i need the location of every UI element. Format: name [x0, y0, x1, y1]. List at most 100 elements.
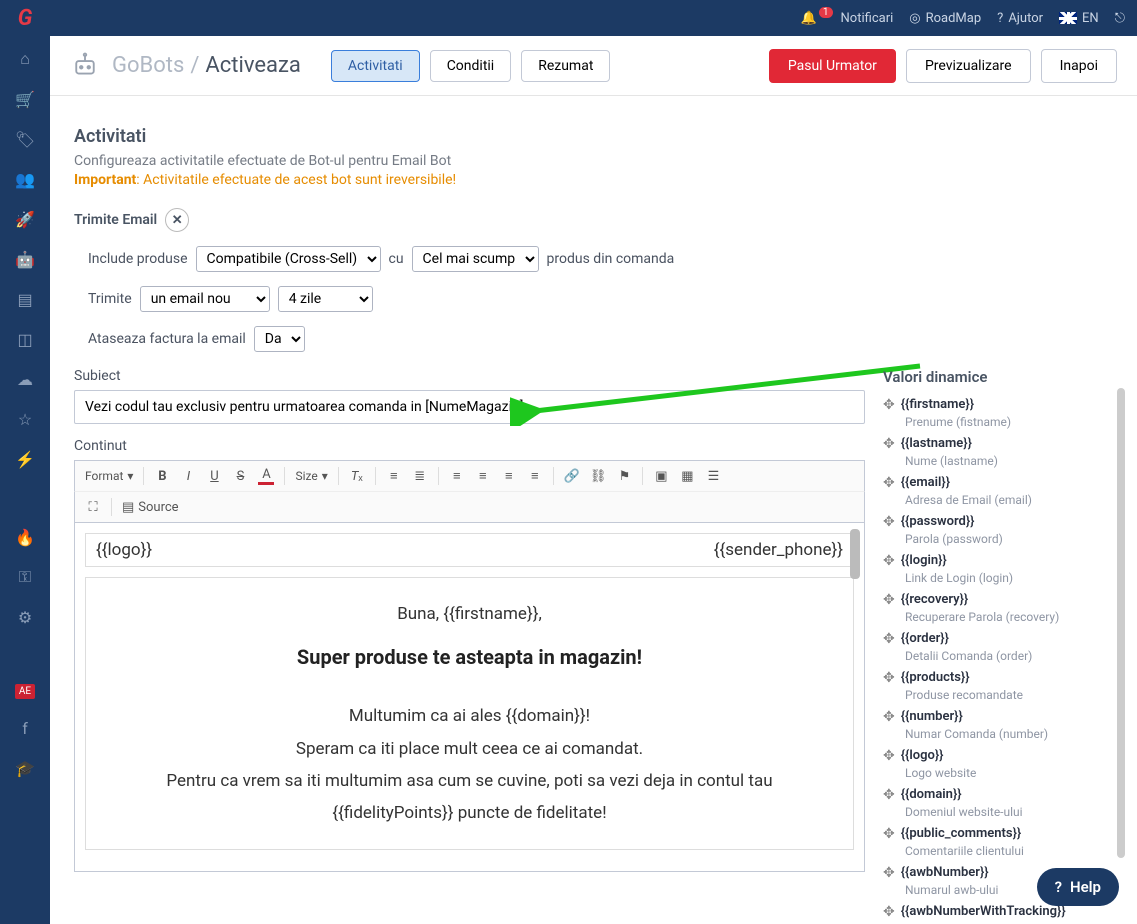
language-switch[interactable]: EN [1059, 11, 1099, 26]
breadcrumb-parent[interactable]: GoBots [112, 53, 184, 78]
editor-phone-token: {{sender_phone}} [714, 540, 843, 560]
help-link[interactable]: ? Ajutor [997, 11, 1043, 26]
italic-icon[interactable]: I [180, 469, 196, 484]
app-logo[interactable]: G [12, 5, 38, 31]
link-icon[interactable]: 🔗 [564, 469, 580, 484]
dynamic-item[interactable]: ✥{{firstname}} [883, 394, 1113, 416]
drag-icon[interactable]: ✥ [883, 826, 895, 842]
editor-greet: Buna, {{firstname}}, [106, 598, 833, 630]
flag-icon[interactable]: ⚑ [616, 469, 632, 484]
hr-icon[interactable]: ☰ [705, 469, 721, 484]
nav-star-icon[interactable]: ☆ [14, 408, 36, 430]
nav-cloud-icon[interactable]: ☁ [14, 368, 36, 390]
unlink-icon[interactable]: ⛓ [590, 469, 607, 484]
dynamic-item[interactable]: ✥{{public_comments}} [883, 823, 1113, 845]
roadmap-link[interactable]: ◎ RoadMap [909, 11, 981, 26]
remove-activity-icon[interactable]: ✕ [165, 208, 189, 232]
drag-icon[interactable]: ✥ [883, 397, 895, 413]
price-select[interactable]: Cel mai scump [412, 246, 539, 272]
drag-icon[interactable]: ✥ [883, 553, 895, 569]
drag-icon[interactable]: ✥ [883, 670, 895, 686]
drag-icon[interactable]: ✥ [883, 904, 895, 920]
dynamic-item[interactable]: ✥{{logo}} [883, 745, 1113, 767]
trimite-select[interactable]: un email nou [140, 286, 270, 312]
nav-bot-icon[interactable]: 🤖 [14, 248, 36, 270]
bell-icon: 🔔 [801, 11, 817, 26]
nav-home-icon[interactable]: ⌂ [14, 48, 36, 70]
tab-conditii[interactable]: Conditii [430, 50, 512, 82]
bold-icon[interactable]: B [154, 469, 170, 484]
include-select[interactable]: Compatibile (Cross-Sell) [196, 246, 381, 272]
drag-icon[interactable]: ✥ [883, 631, 895, 647]
dynamic-item[interactable]: ✥{{products}} [883, 667, 1113, 689]
drag-icon[interactable]: ✥ [883, 709, 895, 725]
nav-key-icon[interactable]: ⚿ [14, 566, 36, 588]
sidebar: ⌂ 🛒 🏷 👥 🚀 🤖 ▤ ◫ ☁ ☆ ⚡ 🔥 ⚿ ⚙ AE f 🎓 [0, 36, 50, 924]
dynamic-item[interactable]: ✥{{login}} [883, 550, 1113, 572]
dynamic-item-desc: Comentariile clientului [905, 844, 1113, 858]
nav-gear-icon[interactable]: ⚙ [14, 606, 36, 628]
dynamic-item[interactable]: ✥{{lastname}} [883, 433, 1113, 455]
maximize-icon[interactable]: ⛶ [85, 500, 101, 515]
drag-icon[interactable]: ✥ [883, 865, 895, 881]
source-button[interactable]: ▤ Source [122, 500, 179, 515]
nav-book-icon[interactable]: ▤ [14, 288, 36, 310]
subject-input[interactable] [74, 390, 865, 424]
underline-icon[interactable]: U [206, 469, 222, 484]
dynamic-item[interactable]: ✥{{order}} [883, 628, 1113, 650]
nav-users-icon[interactable]: 👥 [14, 168, 36, 190]
delay-select[interactable]: 4 zile [278, 286, 373, 312]
editor-scrollbar[interactable] [850, 529, 860, 579]
preview-button[interactable]: Previzualizare [906, 49, 1031, 83]
nav-cart-icon[interactable]: 🛒 [14, 88, 36, 110]
strike-icon[interactable]: S [232, 469, 248, 484]
align-right-icon[interactable]: ≡ [501, 468, 517, 484]
attach-select[interactable]: Da [254, 326, 305, 352]
drag-icon[interactable]: ✥ [883, 514, 895, 530]
next-step-button[interactable]: Pasul Urmator [769, 49, 896, 83]
dynamic-item[interactable]: ✥{{domain}} [883, 784, 1113, 806]
drag-icon[interactable]: ✥ [883, 436, 895, 452]
image-icon[interactable]: ▣ [653, 469, 669, 484]
textcolor-icon[interactable]: A [258, 467, 274, 485]
editor-content[interactable]: {{logo}} {{sender_phone}} Buna, {{firstn… [74, 522, 865, 872]
list-num-icon[interactable]: ≡ [386, 468, 402, 484]
nav-rocket-icon[interactable]: 🚀 [14, 208, 36, 230]
dynamic-item-desc: Recuperare Parola (recovery) [905, 610, 1113, 624]
drag-icon[interactable]: ✥ [883, 748, 895, 764]
tab-activitati[interactable]: Activitati [331, 50, 420, 82]
notifications-button[interactable]: 🔔 1 Notificari [801, 11, 894, 26]
editor-line2: Speram ca iti place mult ceea ce ai coma… [106, 733, 833, 765]
logout-button[interactable]: ⎋ [1115, 11, 1125, 26]
table-icon[interactable]: ▦ [679, 469, 695, 484]
nav-f-icon[interactable]: f [14, 717, 36, 739]
align-justify-icon[interactable]: ≡ [527, 468, 543, 484]
drag-icon[interactable]: ✥ [883, 787, 895, 803]
dynamic-item[interactable]: ✥{{number}} [883, 706, 1113, 728]
panel-scrollbar[interactable] [1117, 388, 1125, 858]
dynamic-item-desc: Prenume (fistname) [905, 415, 1113, 429]
nav-ae-icon[interactable]: AE [15, 684, 35, 699]
nav-grad-icon[interactable]: 🎓 [14, 757, 36, 779]
list-bul-icon[interactable]: ≣ [412, 469, 428, 484]
dynamic-item[interactable]: ✥{{password}} [883, 511, 1113, 533]
drag-icon[interactable]: ✥ [883, 592, 895, 608]
drag-icon[interactable]: ✥ [883, 475, 895, 491]
help-floating-button[interactable]: ? Help [1037, 868, 1119, 906]
dynamic-item-desc: Link de Login (login) [905, 571, 1113, 585]
nav-chart-icon[interactable]: ◫ [14, 328, 36, 350]
tab-rezumat[interactable]: Rezumat [521, 50, 610, 82]
size-dropdown[interactable]: Size ▾ [295, 469, 327, 483]
align-left-icon[interactable]: ≡ [449, 468, 465, 484]
nav-bolt-icon[interactable]: ⚡ [14, 448, 36, 470]
clearformat-icon[interactable]: Tₓ [349, 468, 365, 484]
nav-tag-icon[interactable]: 🏷 [14, 128, 36, 150]
back-button[interactable]: Inapoi [1041, 49, 1117, 83]
align-center-icon[interactable]: ≡ [475, 468, 491, 484]
dynamic-item[interactable]: ✥{{email}} [883, 472, 1113, 494]
section-title: Activitati [74, 126, 1113, 147]
dynamic-item[interactable]: ✥{{recovery}} [883, 589, 1113, 611]
nav-fire-icon[interactable]: 🔥 [14, 526, 36, 548]
format-dropdown[interactable]: Format ▾ [85, 469, 133, 483]
content-label: Continut [74, 438, 865, 454]
